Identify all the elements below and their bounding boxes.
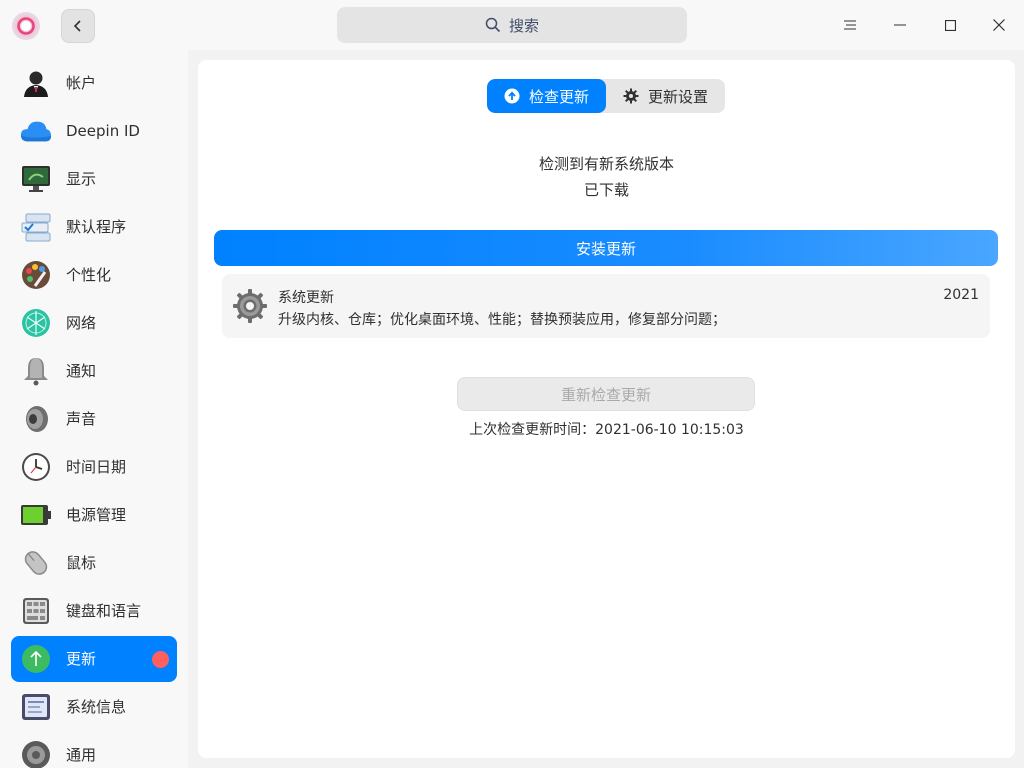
maximize-icon bbox=[944, 19, 956, 31]
close-button[interactable] bbox=[974, 0, 1024, 50]
back-button[interactable] bbox=[61, 9, 95, 43]
sidebar-item-label: Deepin ID bbox=[66, 122, 140, 140]
status-new-version: 检测到有新系统版本 bbox=[538, 155, 674, 173]
clock-icon bbox=[20, 451, 52, 483]
control-center-logo-icon bbox=[11, 11, 41, 41]
menu-button[interactable] bbox=[825, 0, 875, 50]
sidebar-item-deepin-id[interactable]: Deepin ID bbox=[11, 108, 177, 154]
tab-check-update-label: 检查更新 bbox=[528, 87, 589, 106]
close-icon bbox=[993, 19, 1005, 31]
minimize-icon bbox=[894, 24, 906, 26]
sidebar-item-power[interactable]: 电源管理 bbox=[11, 492, 177, 538]
sidebar-item-label: 通知 bbox=[66, 362, 97, 380]
sidebar-item-display[interactable]: 显示 bbox=[11, 156, 177, 202]
title-bar: 搜索 bbox=[0, 0, 1024, 50]
general-gear-icon bbox=[20, 739, 52, 768]
status-downloaded: 已下载 bbox=[583, 181, 629, 199]
update-badge bbox=[152, 651, 169, 668]
update-panel: 检查更新 更新设置 检测到有新系统版本 已下载 安装更新 系统更新 升级内核、仓… bbox=[198, 60, 1015, 758]
system-update-card: 系统更新 升级内核、仓库；优化桌面环境、性能；替换预装应用，修复部分问题； 20… bbox=[222, 274, 990, 338]
sidebar-item-label: 声音 bbox=[66, 410, 97, 428]
sidebar-item-label: 系统信息 bbox=[66, 698, 127, 716]
cloud-icon bbox=[20, 115, 52, 147]
mouse-icon bbox=[20, 547, 52, 579]
update-card-version: 2021 bbox=[943, 287, 979, 303]
gear-icon bbox=[623, 88, 639, 104]
upload-circle-icon bbox=[504, 88, 520, 104]
search-placeholder: 搜索 bbox=[508, 16, 539, 35]
sidebar-item-label: 通用 bbox=[66, 746, 97, 764]
sidebar-item-keyboard[interactable]: 键盘和语言 bbox=[11, 588, 177, 634]
sidebar: 帐户 Deepin ID 显示 默认程序 个性化 网络 通知 声音 时间日期 电… bbox=[0, 50, 188, 768]
chevron-left-icon bbox=[73, 20, 81, 32]
sidebar-item-general[interactable]: 通用 bbox=[11, 732, 177, 768]
sidebar-item-label: 键盘和语言 bbox=[66, 602, 142, 620]
sidebar-item-label: 网络 bbox=[66, 314, 97, 332]
search-input[interactable]: 搜索 bbox=[337, 7, 687, 43]
network-icon bbox=[20, 307, 52, 339]
sidebar-item-label: 更新 bbox=[66, 650, 97, 668]
update-tabs: 检查更新 更新设置 bbox=[487, 79, 725, 113]
menu-icon bbox=[844, 20, 856, 30]
account-icon bbox=[20, 67, 52, 99]
update-arrow-icon bbox=[20, 643, 52, 675]
tab-check-update[interactable]: 检查更新 bbox=[487, 79, 606, 113]
display-icon bbox=[20, 163, 52, 195]
tab-update-settings-label: 更新设置 bbox=[647, 87, 708, 106]
sidebar-item-label: 个性化 bbox=[66, 266, 112, 284]
bell-icon bbox=[20, 355, 52, 387]
sidebar-item-label: 电源管理 bbox=[66, 506, 127, 524]
minimize-button[interactable] bbox=[875, 0, 925, 50]
install-update-button[interactable]: 安装更新 bbox=[214, 230, 998, 266]
sidebar-item-update[interactable]: 更新 bbox=[11, 636, 177, 682]
palette-icon bbox=[20, 259, 52, 291]
search-icon bbox=[485, 17, 501, 33]
sidebar-item-label: 帐户 bbox=[66, 74, 97, 92]
sidebar-item-network[interactable]: 网络 bbox=[11, 300, 177, 346]
last-check-time: 上次检查更新时间：2021-06-10 10:15:03 bbox=[469, 422, 744, 438]
battery-icon bbox=[20, 499, 52, 531]
update-card-description: 升级内核、仓库；优化桌面环境、性能；替换预装应用，修复部分问题； bbox=[278, 312, 726, 328]
sidebar-item-label: 显示 bbox=[66, 170, 97, 188]
system-info-icon bbox=[20, 691, 52, 723]
system-update-gear-icon bbox=[232, 288, 268, 324]
sidebar-item-personalization[interactable]: 个性化 bbox=[11, 252, 177, 298]
sidebar-item-account[interactable]: 帐户 bbox=[11, 60, 177, 106]
keyboard-icon bbox=[20, 595, 52, 627]
default-apps-icon bbox=[20, 211, 52, 243]
tab-update-settings[interactable]: 更新设置 bbox=[606, 79, 725, 113]
update-card-title: 系统更新 bbox=[278, 290, 334, 306]
sidebar-item-mouse[interactable]: 鼠标 bbox=[11, 540, 177, 586]
sidebar-item-label: 默认程序 bbox=[66, 218, 127, 236]
sidebar-item-system-info[interactable]: 系统信息 bbox=[11, 684, 177, 730]
sidebar-item-sound[interactable]: 声音 bbox=[11, 396, 177, 442]
maximize-button[interactable] bbox=[925, 0, 975, 50]
sidebar-item-default-apps[interactable]: 默认程序 bbox=[11, 204, 177, 250]
recheck-update-button[interactable]: 重新检查更新 bbox=[457, 377, 755, 411]
sidebar-item-notification[interactable]: 通知 bbox=[11, 348, 177, 394]
sidebar-item-label: 鼠标 bbox=[66, 554, 97, 572]
sidebar-item-datetime[interactable]: 时间日期 bbox=[11, 444, 177, 490]
sidebar-item-label: 时间日期 bbox=[66, 458, 127, 476]
speaker-icon bbox=[20, 403, 52, 435]
